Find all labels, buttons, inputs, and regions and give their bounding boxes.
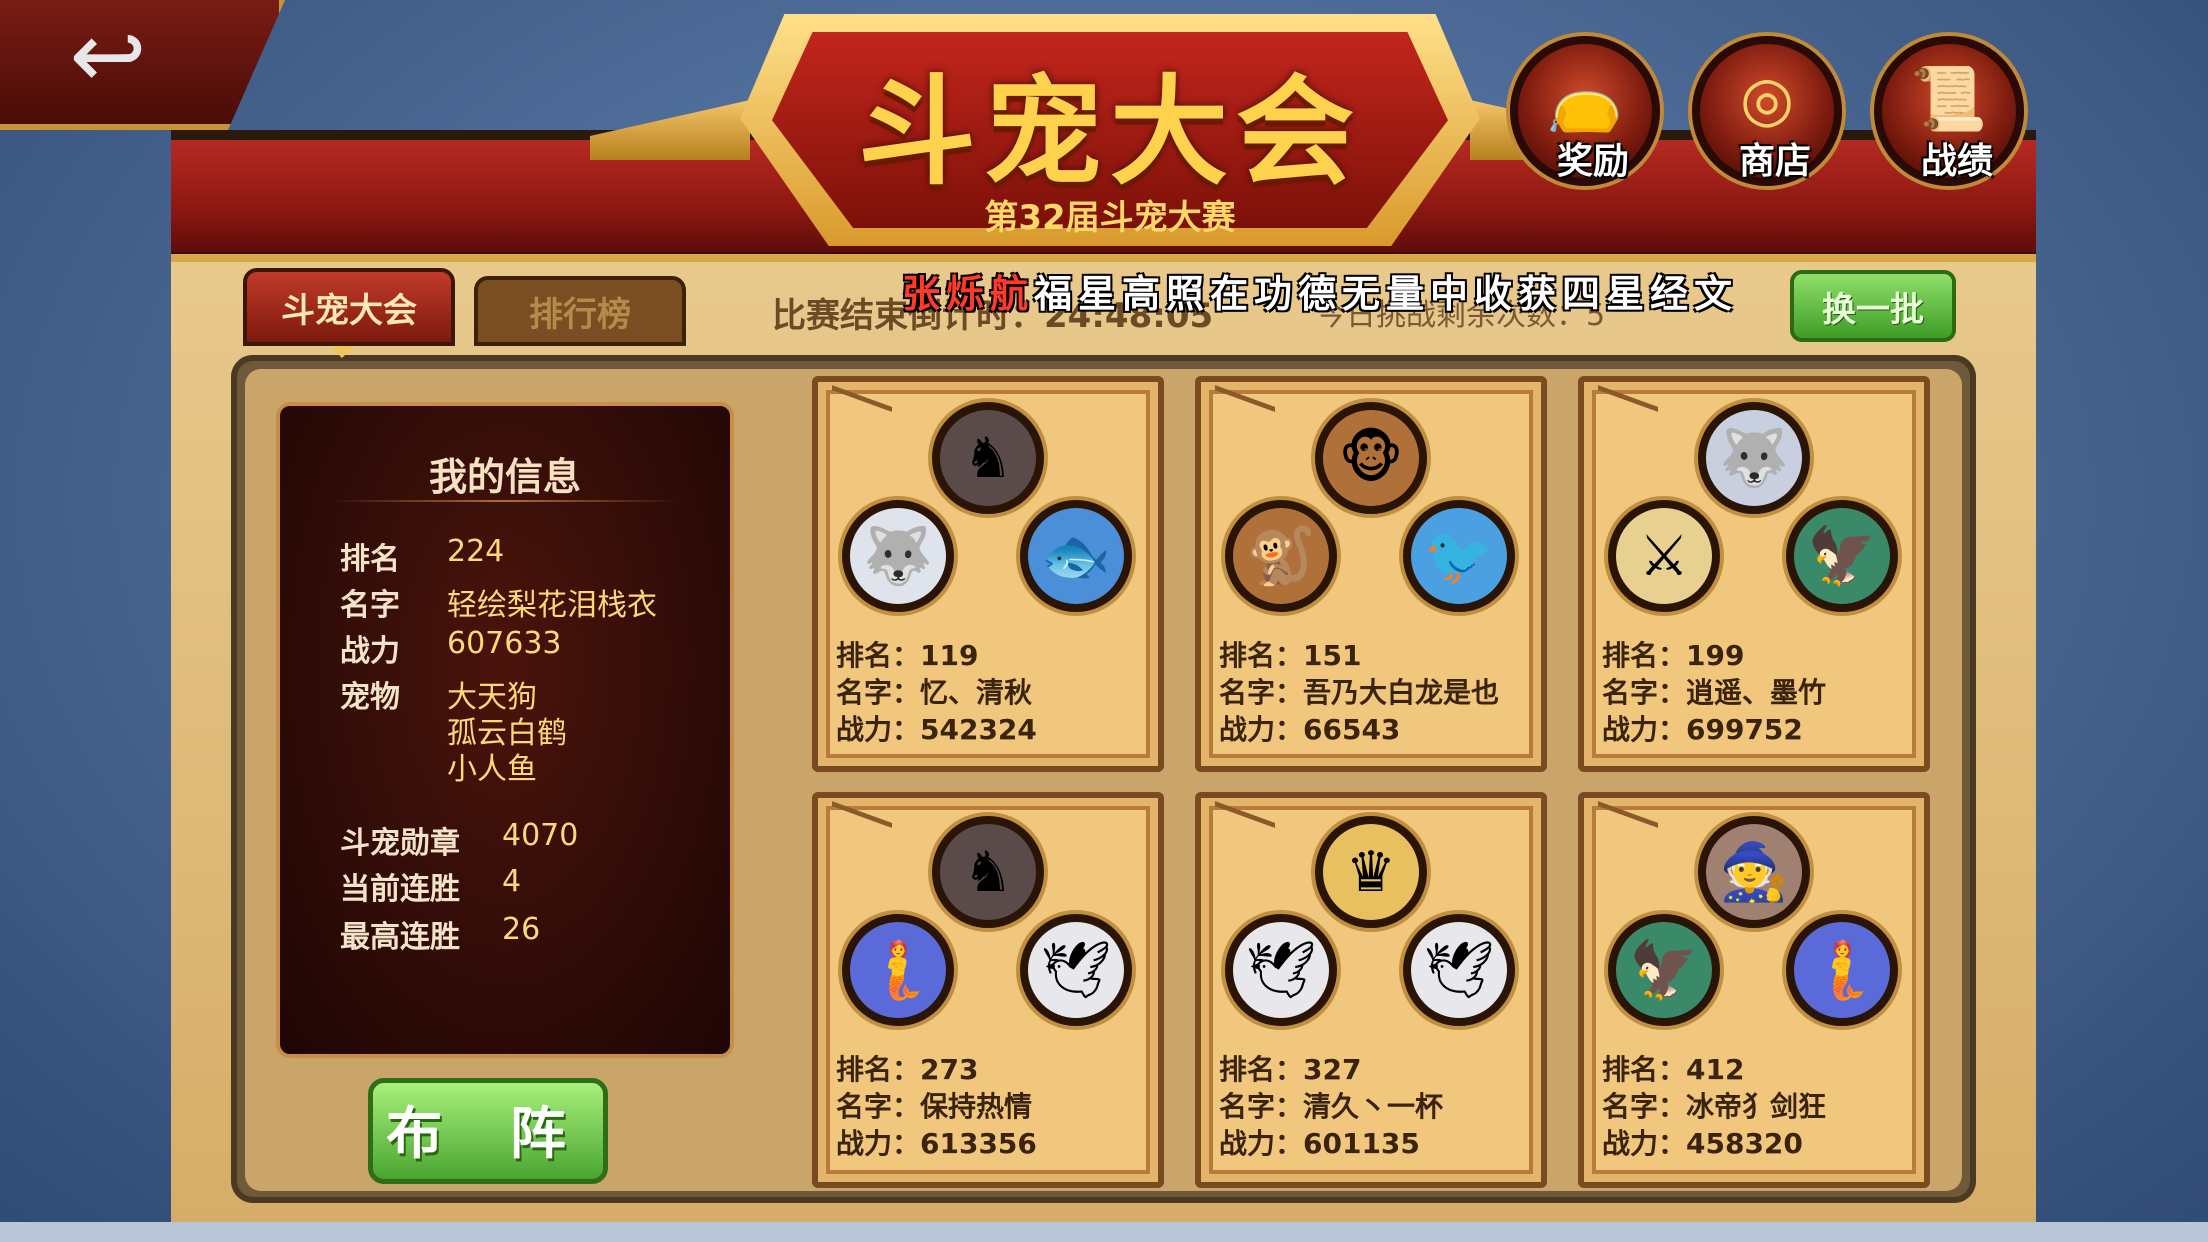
power-label: 战力 — [340, 634, 400, 669]
opponent-power: 战力：66543 — [1219, 713, 1401, 746]
opponent-rank: 排名：119 — [836, 639, 979, 672]
opponent-rank: 排名：412 — [1602, 1053, 1745, 1086]
medal-value: 4070 — [502, 818, 579, 853]
opponent-power: 战力：458320 — [1602, 1127, 1803, 1160]
shop-label: 商店 — [1738, 141, 1811, 182]
broadcast-ticker: 张烁航福星高照在功德无量中收获四星经文 — [902, 263, 1738, 318]
opponent-name: 名字：吾乃大白龙是也 — [1219, 676, 1500, 709]
monkey-icon: 🐒 — [1225, 500, 1337, 612]
page-subtitle: 第32届斗宠大赛 — [984, 198, 1236, 238]
scroll-record-icon: 📜 — [1910, 62, 1988, 135]
tab-ranking[interactable]: 排行榜 — [474, 276, 686, 346]
name-label: 名字 — [340, 588, 400, 623]
armored-warrior-icon: ⚔ — [1608, 500, 1720, 612]
ticker-player-name: 张烁航 — [902, 272, 1035, 316]
pets-label: 宠物 — [340, 680, 400, 715]
coin-shop-icon: ◎ — [1739, 62, 1795, 135]
pet-name: 小人鱼 — [447, 752, 537, 787]
blue-fish-icon: 🐟 — [1020, 500, 1132, 612]
reward-bag-icon: 👝 — [1546, 62, 1624, 135]
dark-horse-icon: ♞ — [932, 402, 1044, 514]
opponent-power: 战力：699752 — [1602, 713, 1803, 746]
deploy-formation-button[interactable]: 布 阵 — [368, 1078, 608, 1184]
name-value: 轻绘梨花泪栈衣 — [447, 588, 657, 623]
blue-mermaid-icon: 🧜 — [842, 914, 954, 1026]
streak-label: 当前连胜 — [340, 872, 460, 907]
power-value: 607633 — [447, 626, 562, 661]
floor-strip — [0, 1222, 2208, 1242]
back-arrow-icon: ↩ — [69, 2, 147, 109]
medal-label: 斗宠勋章 — [340, 826, 460, 861]
opponent-rank: 排名：151 — [1219, 639, 1362, 672]
tab-pet-tournament[interactable]: 斗宠大会 — [243, 268, 455, 346]
opponent-rank: 排名：273 — [836, 1053, 979, 1086]
opponent-power: 战力：542324 — [836, 713, 1037, 746]
my-info-divider — [330, 500, 680, 502]
page-title: 斗宠大会 — [857, 63, 1362, 201]
record-button[interactable]: 📜 战绩 — [1874, 36, 2024, 186]
opponent-name: 名字：保持热情 — [836, 1090, 1033, 1123]
rank-value: 224 — [447, 534, 505, 569]
reward-button[interactable]: 👝 奖励 — [1510, 36, 1660, 186]
streak-value: 4 — [502, 864, 522, 899]
best-streak-label: 最高连胜 — [340, 920, 460, 955]
rank-label: 排名 — [340, 542, 400, 577]
green-eagle-icon: 🦅 — [1608, 914, 1720, 1026]
opponent-name: 名字：清久丶一杯 — [1219, 1090, 1444, 1123]
opponent-rank: 排名：199 — [1602, 639, 1745, 672]
refresh-opponents-button[interactable]: 换一批 — [1790, 270, 1956, 342]
record-label: 战绩 — [1920, 141, 1993, 182]
green-eagle-icon: 🦅 — [1786, 500, 1898, 612]
white-crane-icon: 🕊 — [1020, 914, 1132, 1026]
blue-bird-icon: 🐦 — [1403, 500, 1515, 612]
opponent-power: 战力：613356 — [836, 1127, 1037, 1160]
monkey-icon: 🐵 — [1315, 402, 1427, 514]
back-button[interactable]: ↩ — [0, 0, 285, 130]
header-gold-line — [171, 254, 2036, 262]
golden-knight-icon: ♛ — [1315, 816, 1427, 928]
opponent-name: 名字：逍遥、墨竹 — [1602, 676, 1827, 709]
ticker-message: 福星高照在功德无量中收获四星经文 — [1034, 272, 1739, 316]
white-crane-icon: 🕊 — [1225, 914, 1337, 1026]
opponent-power: 战力：601135 — [1219, 1127, 1420, 1160]
opponent-name: 名字：冰帝犭剑狂 — [1602, 1090, 1827, 1123]
opponent-name: 名字：忆、清秋 — [836, 676, 1033, 709]
blue-mermaid-icon: 🧜 — [1786, 914, 1898, 1026]
wolf-beast-icon: 🐺 — [1698, 402, 1810, 514]
active-tab-indicator — [330, 346, 354, 358]
opponent-rank: 排名：327 — [1219, 1053, 1362, 1086]
white-crane-icon: 🕊 — [1403, 914, 1515, 1026]
reward-label: 奖励 — [1556, 141, 1629, 182]
best-streak-value: 26 — [502, 912, 541, 947]
bearded-elder-icon: 🧙 — [1698, 816, 1810, 928]
white-wolf-icon: 🐺 — [842, 500, 954, 612]
my-info-title: 我的信息 — [428, 455, 581, 499]
dark-horse-icon: ♞ — [932, 816, 1044, 928]
shop-button[interactable]: ◎ 商店 — [1692, 36, 1842, 186]
